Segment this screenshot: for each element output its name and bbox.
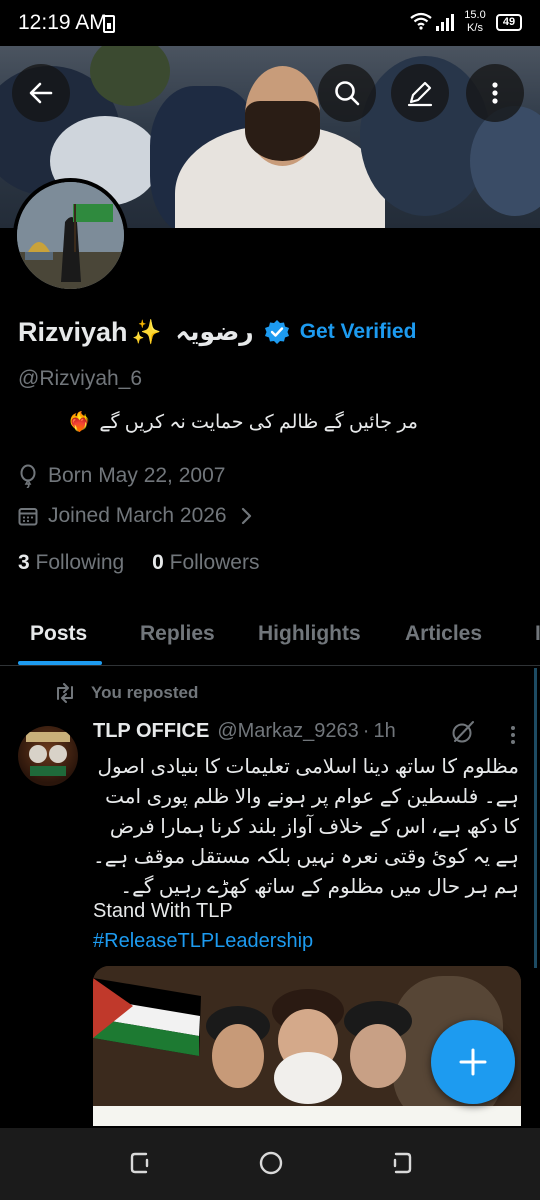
wifi-icon [410, 12, 432, 30]
speed-unit: K/s [467, 22, 483, 34]
battery-icon: 49 [496, 14, 522, 31]
tweet-avatar-image [26, 732, 70, 776]
tweet-body-urdu: مظلوم کا ساتھ دینا اسلامی تعلیمات کا بنی… [93, 756, 519, 898]
sparkles-emoji: ✨ [131, 318, 162, 346]
status-bar: 12:19 AM 15.0 K/s 49 [0, 0, 540, 46]
birthdate-text: Born May 22, 2007 [48, 464, 226, 487]
profile-tabs: Posts Replies Highlights Articles I [0, 606, 540, 666]
speed-value: 15.0 [464, 9, 486, 21]
recent-apps-icon[interactable] [126, 1148, 156, 1178]
birthdate-row: Born May 22, 2007 [18, 464, 225, 488]
back-button[interactable] [12, 64, 70, 122]
tab-overflow[interactable]: I [535, 622, 540, 646]
tweet-body-english: Stand With TLP [93, 900, 233, 922]
more-button[interactable] [466, 64, 524, 122]
fire-heart-emoji: ❤️‍🔥 [67, 412, 92, 433]
following-label: Following [35, 551, 125, 574]
balloon-icon [20, 464, 36, 488]
repost-indicator: You reposted [53, 683, 198, 703]
tweet-author-handle[interactable]: @Markaz_9263 [217, 720, 358, 743]
battery-saver-icon [103, 15, 115, 33]
profile-bio: مر جائیں گے ظالم کی حمایت نہ کریں گے ❤️‍… [18, 410, 418, 434]
back-nav-icon[interactable] [386, 1148, 416, 1178]
home-icon[interactable] [256, 1148, 286, 1178]
tweet-more-icon[interactable] [508, 724, 518, 746]
tab-articles[interactable]: Articles [405, 622, 482, 646]
thread-accent-line [534, 668, 537, 968]
search-button[interactable] [318, 64, 376, 122]
urdu-display-name: رضویہ [175, 318, 254, 346]
repost-icon [57, 683, 73, 703]
banner-beard [245, 101, 320, 161]
avatar-image [17, 182, 124, 289]
system-navigation-bar [0, 1128, 540, 1200]
followers-label: Followers [169, 551, 260, 574]
status-time: 12:19 AM [18, 11, 107, 34]
tweet-author-name[interactable]: TLP OFFICE [93, 720, 209, 743]
following-link[interactable]: 3 Following [18, 551, 124, 574]
active-tab-indicator [18, 661, 102, 665]
bio-text: مر جائیں گے ظالم کی حمایت نہ کریں گے [99, 411, 418, 433]
signal-icon [436, 14, 454, 31]
tweet-timestamp: 1h [373, 720, 396, 742]
verified-badge-icon[interactable] [264, 319, 290, 345]
more-vertical-icon [492, 82, 498, 104]
repost-label: You reposted [91, 683, 199, 702]
tweet-header: TLP OFFICE @Markaz_9263 · 1h [93, 720, 396, 743]
edit-button[interactable] [391, 64, 449, 122]
get-verified-link[interactable]: Get Verified [300, 320, 417, 344]
profile-handle: @Rizviyah_6 [18, 367, 143, 390]
chevron-right-icon [241, 507, 251, 525]
search-icon [335, 81, 360, 106]
tab-posts[interactable]: Posts [30, 622, 87, 646]
profile-name-row: Rizviyah ✨ رضویہ Get Verified [18, 312, 416, 352]
followers-count: 0 [152, 551, 164, 574]
joined-text: Joined March 2026 [48, 504, 227, 527]
tweet-separator: · [362, 720, 370, 742]
compose-post-button[interactable] [431, 1020, 515, 1104]
display-name: Rizviyah [18, 316, 128, 347]
tab-highlights[interactable]: Highlights [258, 622, 361, 646]
calendar-icon [18, 508, 38, 526]
grok-icon[interactable] [451, 720, 475, 744]
tab-replies[interactable]: Replies [140, 622, 215, 646]
tweet-hashtag[interactable]: #ReleaseTLPLeadership [93, 930, 313, 953]
followers-link[interactable]: 0 Followers [152, 551, 259, 574]
network-speed: 15.0 K/s [460, 9, 490, 35]
tweet-author-avatar[interactable] [18, 726, 78, 786]
compose-icon [407, 81, 433, 107]
back-arrow-icon [29, 82, 53, 104]
following-count: 3 [18, 551, 30, 574]
follow-stats: 3 Following 0 Followers [18, 551, 259, 575]
plus-icon [459, 1048, 487, 1076]
joined-row[interactable]: Joined March 2026 [18, 504, 253, 528]
profile-avatar[interactable] [13, 178, 128, 293]
